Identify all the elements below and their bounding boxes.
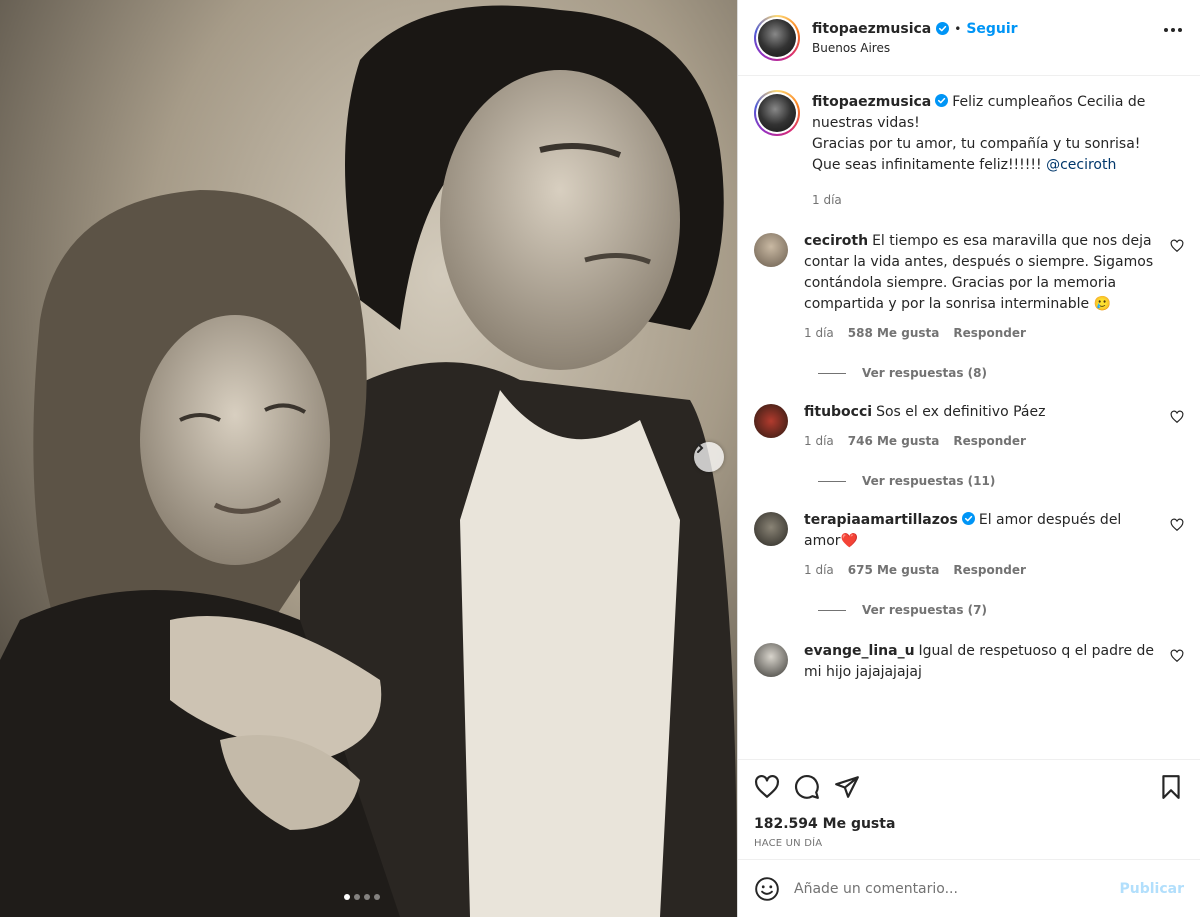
comment-username[interactable]: terapiaamartillazos [804, 512, 958, 528]
comment-input[interactable] [794, 880, 1120, 897]
verified-badge-icon [961, 512, 975, 525]
comment-item: terapiaamartillazos El amor después del a… [754, 512, 1184, 581]
instagram-post: fitopaezmusica • Seguir Buenos Aires fit… [0, 0, 1200, 917]
caption-mention[interactable]: @ceciroth [1046, 157, 1116, 173]
commenter-avatar[interactable] [754, 512, 788, 546]
heart-icon[interactable] [1170, 518, 1184, 532]
comment-username[interactable]: evange_lina_u [804, 643, 915, 659]
bookmark-icon[interactable] [1158, 774, 1184, 800]
caption-username[interactable]: fitopaezmusica [812, 94, 931, 110]
comment-time[interactable]: 1 día [804, 431, 834, 452]
post-location[interactable]: Buenos Aires [812, 41, 1018, 55]
commenter-avatar[interactable] [754, 404, 788, 438]
like-heart-icon[interactable] [754, 774, 780, 800]
post-header: fitopaezmusica • Seguir Buenos Aires [738, 0, 1200, 76]
comments-section[interactable]: fitopaezmusica Feliz cumpleaños Cecilia d… [738, 76, 1200, 759]
comment-likes[interactable]: 675 Me gusta [848, 560, 940, 581]
follow-button[interactable]: Seguir [966, 21, 1017, 37]
post-side-panel: fitopaezmusica • Seguir Buenos Aires fit… [737, 0, 1200, 917]
view-replies-button[interactable]: Ver respuestas (11) [818, 474, 1184, 488]
caption-time[interactable]: 1 día [812, 190, 842, 211]
add-comment-bar: Publicar [738, 859, 1200, 917]
view-replies-button[interactable]: Ver respuestas (7) [818, 603, 1184, 617]
verified-badge-icon [935, 94, 949, 107]
comment-time[interactable]: 1 día [804, 323, 834, 344]
separator-dot: • [954, 21, 962, 36]
heart-icon[interactable] [1170, 410, 1184, 424]
emoji-icon[interactable] [754, 876, 780, 902]
comment-item: evange_lina_u Igual de respetuoso q el pa… [754, 643, 1184, 683]
heart-icon[interactable] [1170, 649, 1184, 663]
caption-text: Gracias por tu amor, tu compañía y tu so… [812, 136, 1141, 152]
more-options-icon[interactable] [1164, 28, 1182, 32]
carousel-dot [354, 894, 360, 900]
likes-count[interactable]: 182.594 Me gusta [754, 816, 1184, 832]
caption-avatar[interactable] [754, 90, 800, 136]
comment-username[interactable]: ceciroth [804, 233, 868, 249]
photo-illustration [0, 0, 737, 917]
chevron-right-icon [697, 443, 704, 453]
posted-time[interactable]: HACE UN DÍA [754, 838, 1184, 849]
post-caption: fitopaezmusica Feliz cumpleaños Cecilia d… [754, 90, 1184, 211]
author-username[interactable]: fitopaezmusica [812, 21, 931, 37]
verified-badge-icon [936, 22, 950, 35]
comment-username[interactable]: fitubocci [804, 404, 872, 420]
comment-bubble-icon[interactable] [794, 774, 820, 800]
next-slide-button[interactable] [694, 442, 724, 472]
view-replies-button[interactable]: Ver respuestas (8) [818, 366, 1184, 380]
carousel-indicator [344, 894, 380, 900]
carousel-dot [374, 894, 380, 900]
comment-likes[interactable]: 588 Me gusta [848, 323, 940, 344]
heart-icon[interactable] [1170, 239, 1184, 253]
publish-button[interactable]: Publicar [1120, 881, 1185, 897]
share-plane-icon[interactable] [834, 774, 860, 800]
comment-time[interactable]: 1 día [804, 560, 834, 581]
post-actions: 182.594 Me gusta HACE UN DÍA [738, 759, 1200, 859]
caption-text: Que seas infinitamente feliz!!!!!! [812, 157, 1042, 173]
comment-item: fitubocci Sos el ex definitivo Páez 1 día… [754, 404, 1184, 452]
comment-likes[interactable]: 746 Me gusta [848, 431, 940, 452]
reply-button[interactable]: Responder [953, 431, 1026, 452]
carousel-dot [364, 894, 370, 900]
comment-text: Sos el ex definitivo Páez [876, 404, 1046, 420]
post-photo[interactable] [0, 0, 737, 917]
reply-button[interactable]: Responder [953, 323, 1026, 344]
commenter-avatar[interactable] [754, 643, 788, 677]
author-avatar[interactable] [754, 14, 800, 61]
comment-item: ceciroth El tiempo es esa maravilla que n… [754, 233, 1184, 344]
commenter-avatar[interactable] [754, 233, 788, 267]
reply-button[interactable]: Responder [953, 560, 1026, 581]
carousel-dot [344, 894, 350, 900]
